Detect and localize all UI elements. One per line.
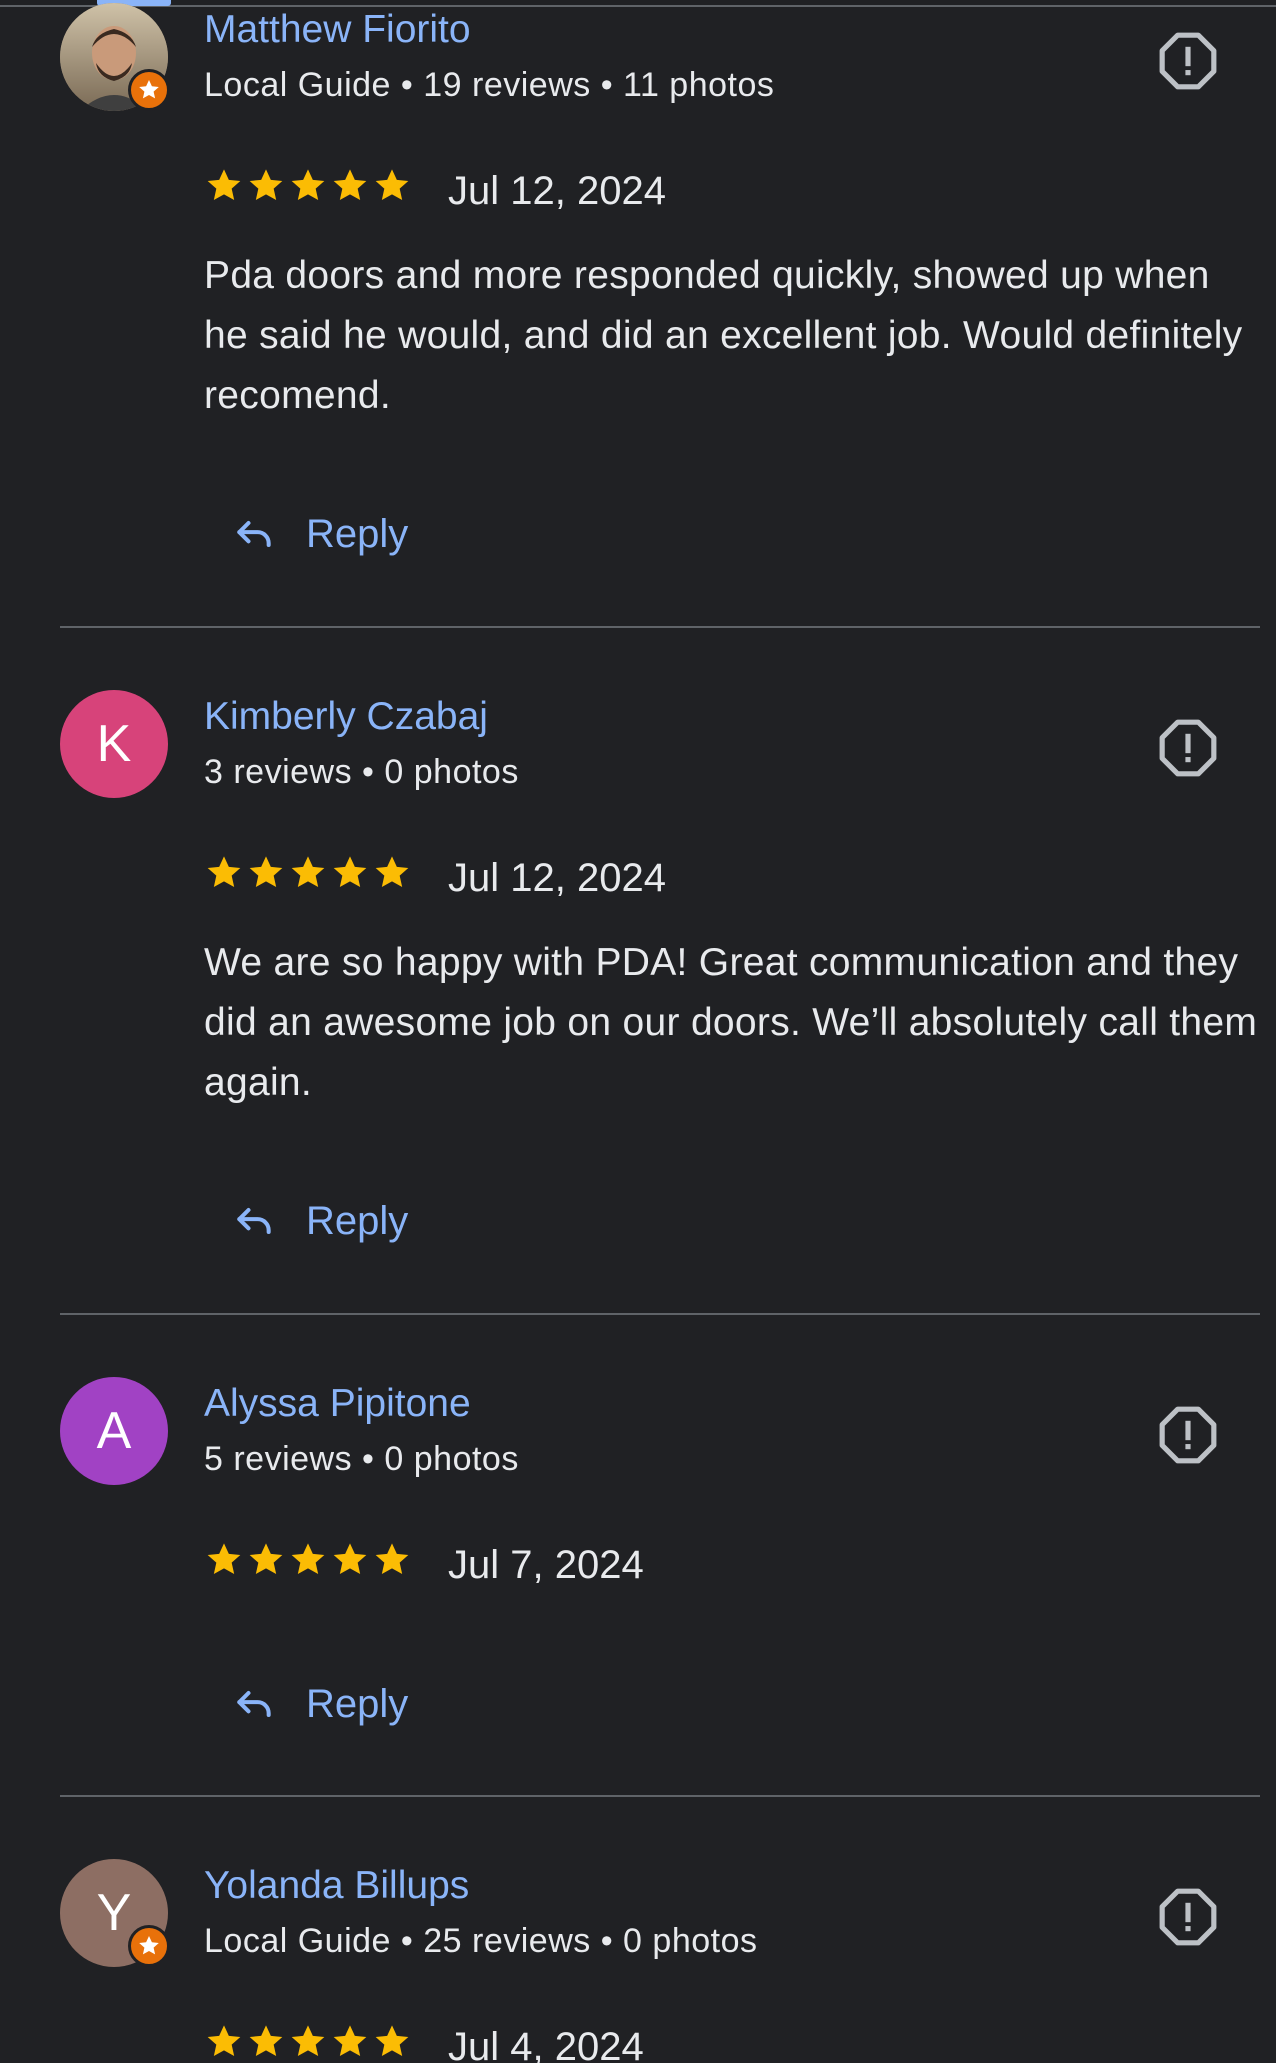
reply-arrow-icon [237, 520, 271, 548]
reply-button[interactable]: Reply [232, 504, 408, 564]
review-divider [60, 626, 1260, 628]
reviewer-stats: 3 reviews • 0 photos [204, 753, 519, 791]
star-icon [249, 856, 283, 887]
star-icon [333, 2025, 367, 2056]
star-icon [333, 169, 367, 200]
star-icon [375, 169, 409, 200]
reviewer-stats: Local Guide • 19 reviews • 11 photos [204, 66, 775, 104]
reply-label: Reply [306, 1682, 409, 1726]
star-icon [291, 856, 325, 887]
local-guide-badge-icon [128, 1925, 170, 1967]
star-rating [204, 166, 412, 206]
review-divider [60, 1313, 1260, 1315]
review-date: Jul 7, 2024 [448, 1543, 644, 1587]
local-guide-badge-icon [128, 69, 170, 111]
reply-arrow-icon [237, 1207, 271, 1235]
review-date: Jul 4, 2024 [448, 2027, 644, 2063]
avatar-initial: Y [96, 1884, 132, 1942]
star-icon [249, 1543, 283, 1574]
reviewer-name[interactable]: Kimberly Czabaj [204, 697, 488, 736]
review-divider [60, 1795, 1260, 1797]
avatar-initial: K [96, 715, 132, 773]
star-icon [207, 1543, 241, 1574]
reply-button[interactable]: Reply [232, 1191, 408, 1251]
report-flag-icon[interactable] [1157, 717, 1219, 779]
review-text: We are so happy with PDA! Great communic… [204, 941, 1258, 1104]
star-icon [375, 1543, 409, 1574]
star-icon [291, 1543, 325, 1574]
reviewer-avatar[interactable]: K [60, 690, 168, 798]
report-flag-icon[interactable] [1157, 1886, 1219, 1948]
star-icon [375, 2025, 409, 2056]
star-icon [207, 2025, 241, 2056]
star-icon [333, 856, 367, 887]
report-flag-icon[interactable] [1157, 30, 1219, 92]
reviewer-avatar[interactable]: A [60, 1377, 168, 1485]
star-icon [207, 169, 241, 200]
top-divider [0, 5, 1276, 7]
star-icon [249, 169, 283, 200]
review-text: Pda doors and more responded quickly, sh… [204, 254, 1243, 417]
reply-label: Reply [306, 512, 409, 556]
star-icon [207, 856, 241, 887]
reviewer-name[interactable]: Alyssa Pipitone [204, 1384, 471, 1423]
star-rating [204, 2022, 412, 2062]
star-icon [375, 856, 409, 887]
reply-arrow-icon [237, 1690, 271, 1718]
avatar-initial: A [96, 1402, 132, 1460]
star-icon [291, 169, 325, 200]
reply-label: Reply [306, 1199, 409, 1243]
reply-button[interactable]: Reply [232, 1674, 408, 1734]
reviewer-name[interactable]: Matthew Fiorito [204, 10, 471, 49]
star-rating [204, 853, 412, 893]
star-rating [204, 1540, 412, 1580]
reviewer-avatar[interactable]: Y [60, 1859, 170, 1967]
review-date: Jul 12, 2024 [448, 169, 666, 213]
star-icon [291, 2025, 325, 2056]
star-icon [333, 1543, 367, 1574]
reviewer-stats: Local Guide • 25 reviews • 0 photos [204, 1922, 758, 1960]
review-date: Jul 12, 2024 [448, 856, 666, 900]
reviewer-name[interactable]: Yolanda Billups [204, 1866, 469, 1905]
reviewer-avatar[interactable] [60, 3, 170, 111]
star-icon [249, 2025, 283, 2056]
report-flag-icon[interactable] [1157, 1404, 1219, 1466]
reviewer-stats: 5 reviews • 0 photos [204, 1440, 519, 1478]
